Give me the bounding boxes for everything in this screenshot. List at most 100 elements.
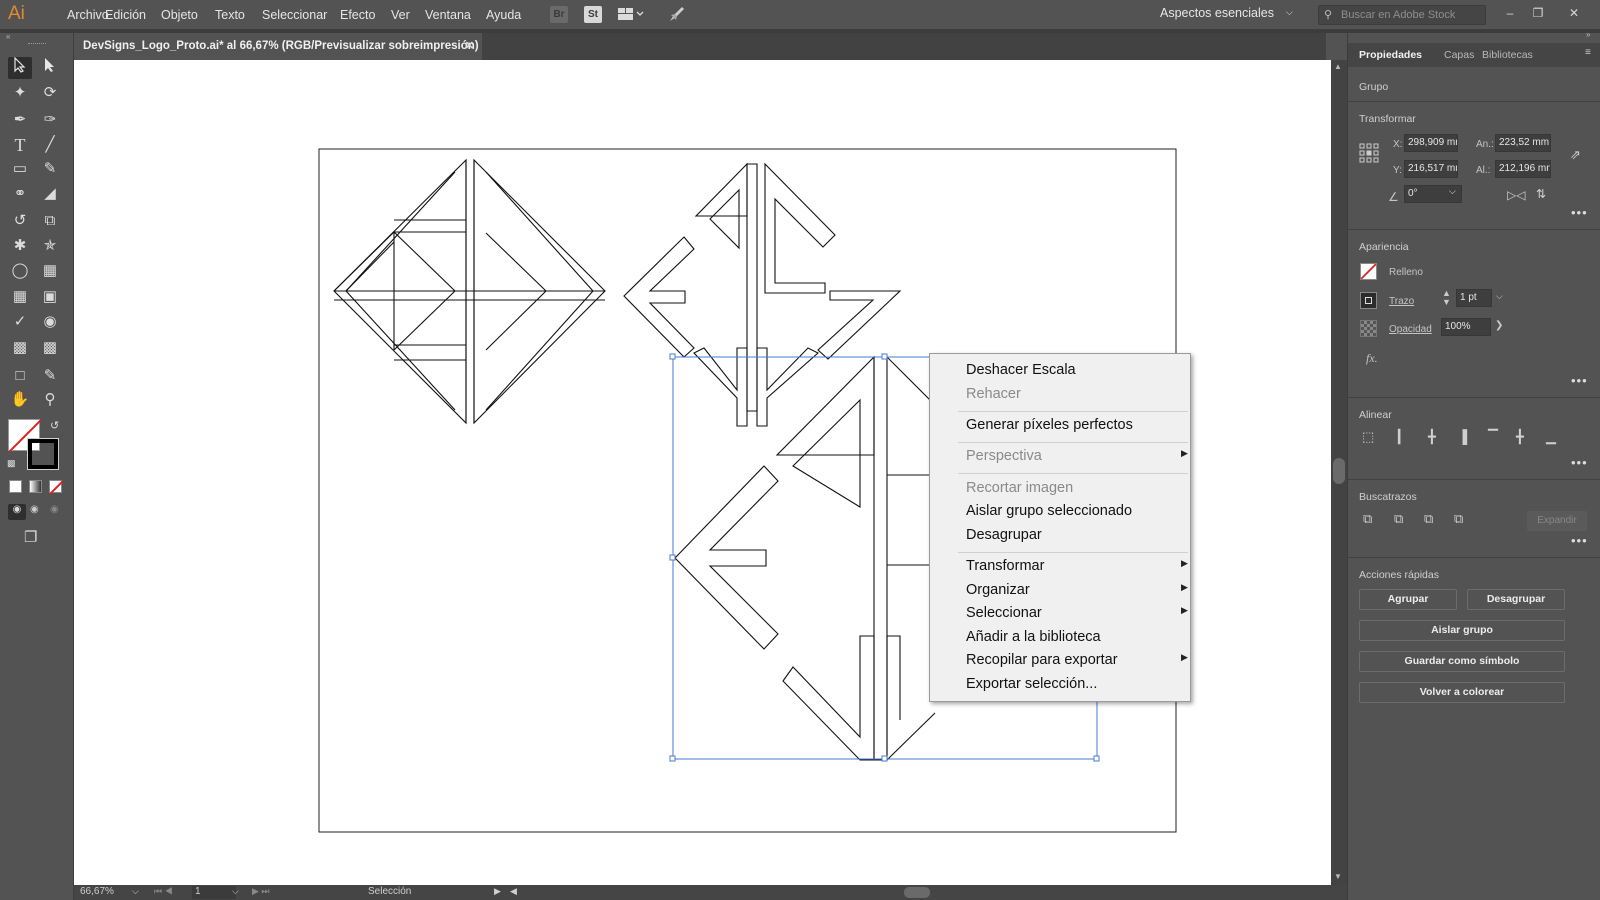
menu-item-organizar[interactable]: Organizar ▶ [966,582,1188,598]
align-bottom-icon[interactable]: ▁ [1546,429,1556,445]
pathfinder-exclude-icon[interactable]: ⧉ [1454,511,1463,527]
minimize-button[interactable]: – [1496,3,1524,25]
artboard-tool-icon[interactable]: □ [8,365,32,387]
width-field[interactable]: 223,52 mm [1495,134,1551,152]
flip-vertical-icon[interactable]: ⇅ [1536,187,1546,201]
tab-bibliotecas[interactable]: Bibliotecas [1482,49,1533,61]
layout-icon[interactable] [618,7,644,21]
draw-inside-icon[interactable]: ◉ [50,504,59,515]
y-field[interactable]: 216,517 mn [1404,160,1458,178]
draw-normal-icon[interactable]: ◉ [8,504,26,520]
menu-ayuda[interactable]: Ayuda [486,8,521,22]
shaper-tool-icon[interactable]: ⚭ [8,183,32,205]
group-button[interactable]: Agrupar [1359,589,1457,610]
screen-mode-icon[interactable]: ❐ [24,528,37,546]
menu-item-seleccionar[interactable]: Seleccionar ▶ [966,605,1188,621]
eyedropper-tool-icon[interactable]: ✓ [8,311,32,333]
pathfinder-unite-icon[interactable]: ⧉ [1363,511,1372,527]
menu-item-generar-pixeles-perfectos[interactable]: Generar píxeles perfectos [966,417,1133,433]
zoom-tool-icon[interactable]: ⚲ [38,389,62,411]
ungroup-button[interactable]: Desagrupar [1467,589,1565,610]
constrain-proportions-icon[interactable]: ⇗ [1570,147,1581,163]
close-tab-icon[interactable]: ✕ [465,39,474,52]
recolor-button[interactable]: Volver a colorear [1359,682,1565,703]
collapse-toolbar-icon[interactable]: « [6,32,10,41]
menu-item-desagrupar[interactable]: Desagrupar [966,527,1042,543]
rectangle-tool-icon[interactable]: ▭ [8,158,32,180]
swap-colors-icon[interactable]: ↺ [50,419,59,432]
default-colors-icon[interactable]: ▩ [7,458,16,469]
paintbrush-tool-icon[interactable]: ✎ [38,158,62,180]
opacity-label[interactable]: Opacidad [1389,324,1432,335]
rotate-tool-icon[interactable]: ↺ [8,210,32,232]
menu-seleccionar[interactable]: Seleccionar [262,8,327,22]
hand-tool-icon[interactable]: ✋ [8,389,32,411]
chevron-down-icon[interactable]: ⌵ [1496,291,1503,302]
shape-builder-tool-icon[interactable]: ◯ [8,260,32,282]
vertical-scroll-thumb[interactable] [1333,458,1345,484]
menu-ventana[interactable]: Ventana [425,8,471,22]
magic-wand-tool-icon[interactable]: ✦ [8,82,32,104]
artboard-number-field[interactable]: 1 [192,886,236,899]
blend-tool-icon[interactable]: ◉ [38,311,62,333]
menu-item-exportar-seleccion[interactable]: Exportar selección... [966,676,1097,692]
close-window-button[interactable]: ✕ [1560,3,1588,25]
more-options-icon[interactable]: ••• [1571,205,1588,220]
width-tool-icon[interactable]: ✱ [8,235,32,257]
fill-color-swatch[interactable] [1360,263,1377,280]
menu-efecto[interactable]: Efecto [340,8,375,22]
gradient-mode-icon[interactable] [29,480,42,493]
none-mode-icon[interactable] [49,480,64,495]
angle-field[interactable]: 0° ⌵ [1404,185,1462,203]
stroke-color-swatch[interactable] [1360,292,1377,309]
align-top-icon[interactable]: ▔ [1488,429,1498,445]
chevron-down-icon[interactable]: ⌵ [1449,186,1456,197]
last-artboard-icon[interactable]: ▶ ⏭ [252,886,270,897]
menu-item-anadir-a-la-biblioteca[interactable]: Añadir a la biblioteca [966,629,1101,645]
pen-tool-icon[interactable]: ✒ [8,109,32,131]
scroll-down-icon[interactable]: ▼ [1334,872,1342,881]
opacity-field[interactable]: 100% [1441,318,1491,336]
menu-archivo[interactable]: Archivo [67,8,109,22]
draw-behind-icon[interactable]: ◉ [30,504,39,515]
menu-item-deshacer-escala[interactable]: Deshacer Escala [966,362,1076,378]
scale-tool-icon[interactable]: ⧉ [38,210,62,232]
stroke-weight-field[interactable]: 1 pt [1456,289,1492,307]
fx-icon[interactable]: fx. [1366,351,1378,366]
more-options-icon[interactable]: ••• [1571,455,1588,470]
horizontal-scroll-thumb[interactable] [904,887,930,898]
align-to-selection-icon[interactable]: ⬚ [1362,429,1374,445]
eraser-tool-icon[interactable]: ◢ [38,183,62,205]
direct-selection-tool-icon[interactable] [38,57,62,79]
tab-capas[interactable]: Capas [1444,49,1474,61]
x-field[interactable]: 298,909 mn [1404,134,1458,152]
menu-objeto[interactable]: Objeto [161,8,198,22]
zoom-dropdown-icon[interactable]: ⌵ [132,886,139,897]
pathfinder-intersect-icon[interactable]: ⧉ [1424,511,1433,527]
save-as-symbol-button[interactable]: Guardar como símbolo [1359,651,1565,672]
symbol-sprayer-tool-icon[interactable]: ▩ [8,337,32,359]
menu-item-recopilar-para-exportar[interactable]: Recopilar para exportar ▶ [966,652,1188,668]
maximize-button[interactable]: ❐ [1524,3,1552,25]
stock-icon[interactable]: St [584,6,602,23]
collapse-panel-icon[interactable]: » [1586,30,1590,39]
menu-item-transformar[interactable]: Transformar ▶ [966,558,1188,574]
gpu-rocket-icon[interactable] [668,5,686,26]
isolate-group-button[interactable]: Aislar grupo [1359,620,1565,641]
zoom-level[interactable]: 66,67% [80,886,114,897]
stroke-label[interactable]: Trazo [1389,296,1414,307]
bridge-icon[interactable]: Br [550,6,568,23]
curvature-tool-icon[interactable]: ✑ [38,109,62,131]
align-horizontal-center-icon[interactable]: ╋ [1428,429,1436,445]
pathfinder-minus-front-icon[interactable]: ⧉ [1394,511,1403,527]
puppet-warp-tool-icon[interactable]: ✯ [38,235,62,257]
reference-point-icon[interactable] [1359,143,1379,166]
lasso-tool-icon[interactable]: ⟳ [38,82,62,104]
menu-ver[interactable]: Ver [391,8,410,22]
scroll-left-icon[interactable]: ◀ [510,886,517,897]
stock-search-input[interactable]: ⚲ Buscar en Adobe Stock [1318,5,1486,25]
gradient-tool-icon[interactable]: ▣ [38,286,62,308]
type-tool-icon[interactable]: T [8,134,32,156]
menu-edicion[interactable]: Edición [105,8,146,22]
status-menu-arrow-icon[interactable]: ▶ [494,886,501,897]
